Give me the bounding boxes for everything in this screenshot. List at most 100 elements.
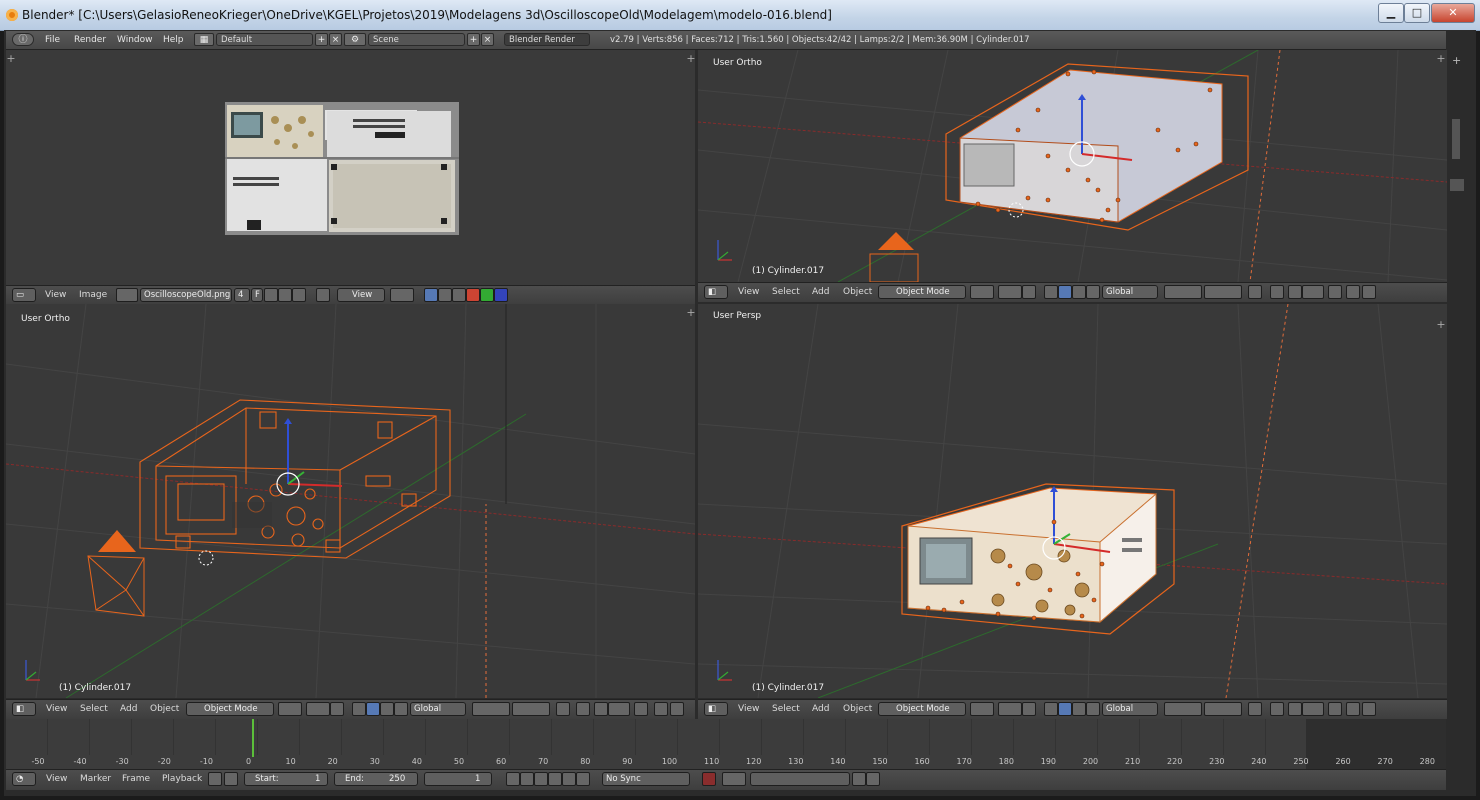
editor-type-icon[interactable]: ▭ [12,288,36,302]
menu-select[interactable]: Select [772,704,800,714]
keying-set-field[interactable] [750,772,850,786]
current-frame-marker[interactable] [252,719,254,757]
manipulator-icon[interactable] [1044,702,1058,716]
image-view-mode-select[interactable]: View [337,288,385,302]
add-screen-icon[interactable]: + [315,33,328,46]
render-engine-select[interactable]: Blender Render [504,33,590,46]
minimize-button[interactable]: ▁ [1378,3,1404,23]
render-animation-icon[interactable] [1362,285,1376,299]
shading-icon[interactable] [970,702,994,716]
proportional-edit-icon[interactable] [1270,702,1284,716]
red-channel-icon[interactable] [466,288,480,302]
menu-window[interactable]: Window [117,35,153,45]
manipulator-toggle-icon[interactable] [1022,285,1036,299]
jump-start-icon[interactable] [506,772,520,786]
layers-grid-2[interactable] [512,702,550,716]
pivot-point-icon[interactable] [998,285,1022,299]
screen-layout-icon[interactable]: ▦ [194,33,214,46]
jump-keyframe-forward-icon[interactable] [562,772,576,786]
mode-select[interactable]: Object Mode [878,702,966,716]
lock-layer-icon[interactable] [556,702,570,716]
scene-field[interactable]: Scene [368,33,465,46]
screen-layout-field[interactable]: Default [216,33,313,46]
editor-type-icon[interactable]: ◧ [12,702,36,716]
timeline-menu-marker[interactable]: Marker [80,774,111,784]
proportional-edit-icon[interactable] [576,702,590,716]
shading-icon[interactable] [278,702,302,716]
play-icon[interactable] [548,772,562,786]
image-users-count[interactable]: 4 [234,288,250,302]
area-corner-icon[interactable]: + [1436,319,1446,330]
viewport-bottom-left[interactable]: User Ortho (1) Cylinder.017 + [6,304,695,698]
translate-icon[interactable] [366,702,380,716]
green-channel-icon[interactable] [480,288,494,302]
area-corner-icon[interactable]: + [686,53,695,64]
menu-select[interactable]: Select [772,287,800,297]
render-opengl-icon[interactable] [1346,285,1360,299]
menu-object[interactable]: Object [843,704,872,714]
image-editor-area[interactable]: + + [6,50,695,285]
image-browse-icon[interactable] [116,288,138,302]
menu-add[interactable]: Add [812,704,829,714]
blue-channel-icon[interactable] [494,288,508,302]
add-scene-icon[interactable]: + [467,33,480,46]
close-button[interactable]: ✕ [1431,3,1475,23]
delete-keyframe-icon[interactable] [866,772,880,786]
menu-help[interactable]: Help [163,35,184,45]
menu-add[interactable]: Add [812,287,829,297]
orientation-select[interactable]: Global [1102,702,1158,716]
area-plus-icon[interactable]: + [1452,54,1464,67]
menu-select[interactable]: Select [80,704,108,714]
menu-object[interactable]: Object [150,704,179,714]
layers-grid-2[interactable] [1204,702,1242,716]
pivot-icon[interactable] [390,288,414,302]
image-name-field[interactable]: OscilloscopeOld.png [140,288,232,302]
fake-user-toggle[interactable]: F [251,288,263,302]
viewport-bottom-right[interactable]: User Persp (1) Cylinder.017 + [698,304,1447,698]
maximize-button[interactable]: □ [1404,3,1430,23]
scene-icon[interactable]: ⚙ [344,33,366,46]
lock-layer-icon[interactable] [1248,285,1262,299]
preview-range-icon[interactable] [208,772,222,786]
layers-grid-1[interactable] [1164,702,1202,716]
toolbar-tabs[interactable] [1452,119,1460,159]
new-image-icon[interactable] [264,288,278,302]
manipulator-icon[interactable] [352,702,366,716]
end-frame-field[interactable]: End: 250 [334,772,418,786]
layers-grid-2[interactable] [1204,285,1242,299]
keying-mode-icon[interactable] [722,772,746,786]
rotate-icon[interactable] [1072,702,1086,716]
orientation-select[interactable]: Global [410,702,466,716]
snap-element-icon[interactable] [608,702,630,716]
snap-toggle-icon[interactable] [1288,702,1302,716]
current-frame-field[interactable]: 1 [424,772,492,786]
mode-select[interactable]: Object Mode [186,702,274,716]
area-corner-icon[interactable]: + [686,307,695,318]
orientation-select[interactable]: Global [1102,285,1158,299]
snap-toggle-icon[interactable] [1288,285,1302,299]
timeline-menu-frame[interactable]: Frame [122,774,150,784]
rotate-icon[interactable] [380,702,394,716]
unlink-image-icon[interactable] [292,288,306,302]
editor-type-icon[interactable]: ◧ [704,702,728,716]
pivot-point-icon[interactable] [306,702,330,716]
alpha-only-icon[interactable] [452,288,466,302]
editor-type-icon[interactable]: ◔ [12,772,36,786]
timeline-area[interactable]: -50 -40 -30 -20 -10 0 10 20 30 40 50 60 70 80 90 100 110… [6,719,1446,769]
scale-icon[interactable] [1086,702,1100,716]
menu-view[interactable]: View [46,704,67,714]
toolbar-toggle-icon[interactable] [1450,179,1464,191]
image-menu-image[interactable]: Image [79,290,107,300]
snap-element-icon[interactable] [1302,285,1324,299]
insert-keyframe-icon[interactable] [852,772,866,786]
snap-target-icon[interactable] [634,702,648,716]
menu-view[interactable]: View [738,287,759,297]
start-frame-field[interactable]: Start: 1 [244,772,328,786]
translate-icon[interactable] [1058,285,1072,299]
pivot-point-icon[interactable] [998,702,1022,716]
scale-icon[interactable] [1086,285,1100,299]
render-animation-icon[interactable] [1362,702,1376,716]
menu-file[interactable]: File [45,35,60,45]
delete-scene-icon[interactable]: × [481,33,494,46]
snap-target-icon[interactable] [1328,702,1342,716]
